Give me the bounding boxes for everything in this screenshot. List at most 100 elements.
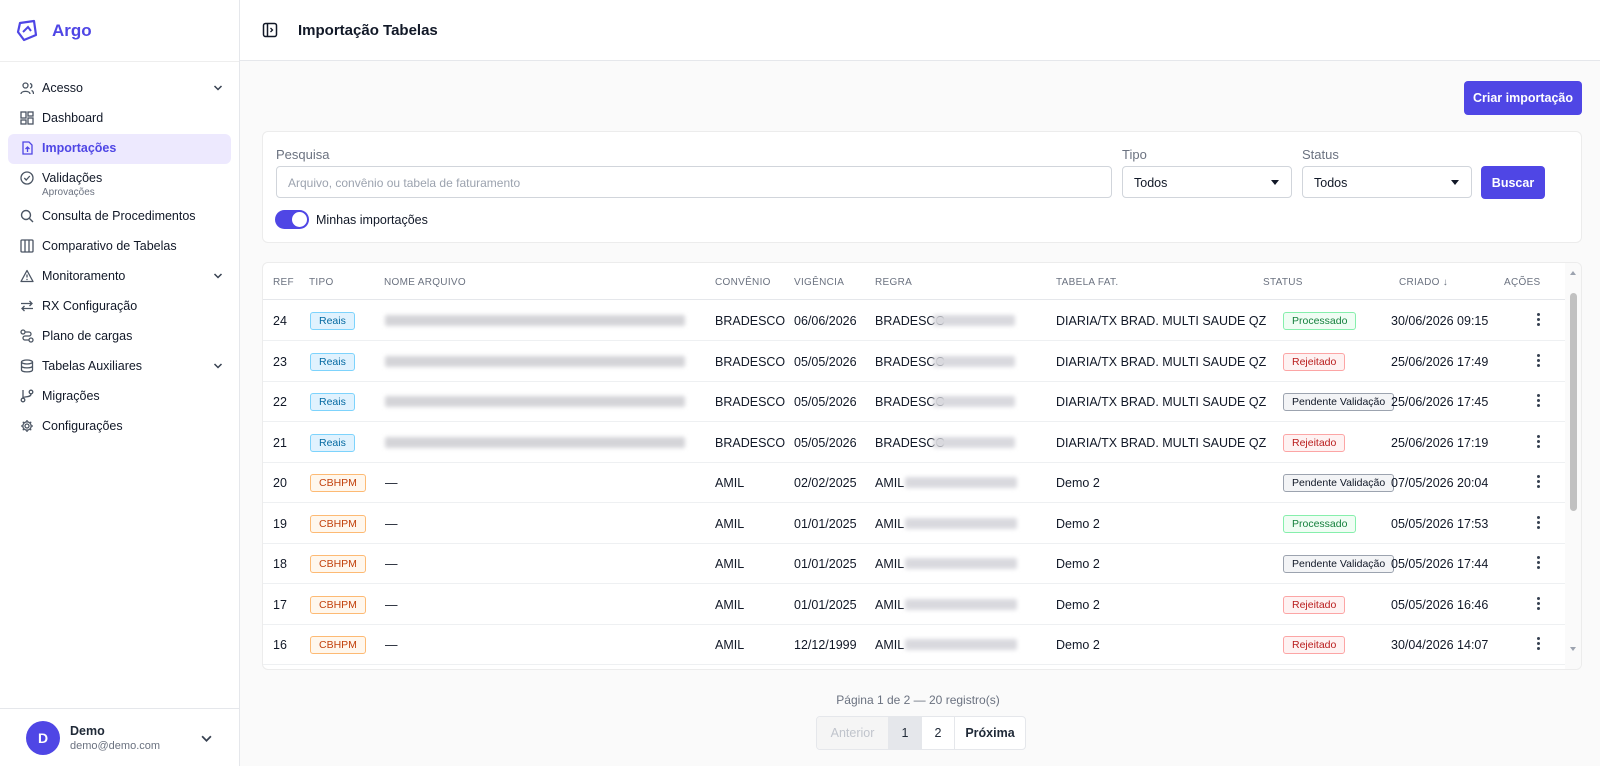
pagination-info: Página 1 de 2 — 20 registro(s): [836, 693, 1000, 707]
table-row[interactable]: 16 CBHPM — AMIL 12/12/1999 AMIL Demo 2 Rejeitad…: [263, 624, 1567, 665]
sidebar-item-migracoes[interactable]: Migrações: [8, 382, 231, 412]
col-convenio-header: CONVÊNIO: [715, 277, 771, 288]
search-icon: [20, 209, 34, 223]
create-import-button[interactable]: Criar importação: [1464, 81, 1582, 115]
cell-vigencia: 05/05/2026: [794, 395, 857, 409]
cell-regra: AMIL: [875, 476, 905, 490]
page-button-1[interactable]: 1: [889, 717, 922, 749]
sidebar-item-label: Tabelas Auxiliares: [42, 359, 143, 373]
status-badge: Rejeitado: [1283, 636, 1346, 654]
col-status-header: STATUS: [1263, 277, 1303, 288]
cell-criado: 25/06/2026 17:19: [1391, 435, 1489, 450]
redacted-regra: [933, 355, 1015, 367]
table-scrollbar[interactable]: [1565, 263, 1581, 669]
search-input[interactable]: Arquivo, convênio ou tabela de faturamen…: [276, 166, 1112, 198]
more-actions-icon[interactable]: [1537, 313, 1541, 327]
sidebar-item-dashboard[interactable]: Dashboard: [8, 104, 231, 134]
sidebar-item-acesso[interactable]: Acesso: [8, 74, 231, 104]
more-actions-icon[interactable]: [1537, 475, 1541, 489]
col-criado-header[interactable]: CRIADO ↓: [1399, 277, 1448, 288]
table-row[interactable]: 17 CBHPM — AMIL 01/01/2025 AMIL Demo 2 Rejeitad…: [263, 584, 1567, 625]
more-actions-icon[interactable]: [1537, 434, 1541, 449]
brand[interactable]: Argo: [0, 0, 239, 62]
cell-criado: 05/05/2026 17:44: [1391, 557, 1489, 571]
chevron-down-icon[interactable]: [213, 361, 223, 371]
table-row[interactable]: 19 CBHPM — AMIL 01/01/2025 AMIL Demo 2 Processa…: [263, 503, 1567, 544]
cell-convenio: BRADESCO: [715, 314, 786, 328]
table-row[interactable]: 23 Reais BRADESCO 05/05/2026 BRADESCO DIARIA/…: [263, 341, 1567, 382]
more-actions-icon[interactable]: [1537, 596, 1541, 611]
chevron-down-icon[interactable]: [201, 733, 212, 744]
scrollbar-thumb[interactable]: [1570, 293, 1577, 511]
table-row[interactable]: 20 CBHPM — AMIL 02/02/2025 AMIL Demo 2 Pendente…: [263, 462, 1567, 503]
next-page-button[interactable]: Próxima: [955, 717, 1025, 749]
redacted-filename: [385, 315, 685, 326]
tipo-select[interactable]: Todos: [1122, 166, 1292, 198]
sidebar-item-comparativo-de-tabelas[interactable]: Comparativo de Tabelas: [8, 232, 231, 262]
cell-regra: AMIL: [875, 638, 905, 652]
search-button[interactable]: Buscar: [1481, 166, 1545, 199]
scroll-down-icon[interactable]: [1570, 647, 1576, 651]
my-imports-toggle[interactable]: [275, 210, 309, 229]
scroll-up-icon[interactable]: [1570, 271, 1576, 275]
cell-ref: 20: [273, 476, 287, 490]
tipo-select-value: Todos: [1134, 176, 1168, 190]
sidebar-item-plano-de-cargas[interactable]: Plano de cargas: [8, 322, 231, 352]
sidebar-item-validacoes[interactable]: Validações Aprovações: [8, 164, 231, 202]
toggle-knob: [292, 212, 307, 227]
redacted-regra: [905, 639, 1017, 650]
cell-vigencia: 05/05/2026: [794, 354, 857, 369]
table-row[interactable]: 22 Reais BRADESCO 05/05/2026 BRADESCO DIARIA/…: [263, 381, 1567, 422]
sidebar-item-tabelas-auxiliares[interactable]: Tabelas Auxiliares: [8, 352, 231, 382]
columns-icon: [20, 239, 34, 253]
more-actions-icon[interactable]: [1537, 556, 1541, 570]
sidebar-item-label: Consulta de Procedimentos: [42, 209, 196, 223]
sidebar-item-label: Comparativo de Tabelas: [42, 239, 177, 253]
cell-ref: 22: [273, 395, 287, 409]
imports-table: REF TIPO NOME ARQUIVO CONVÊNIO VIGÊNCIA REGRA…: [262, 262, 1582, 670]
pagination: Anterior 1 2 Próxima: [816, 716, 1026, 750]
tipo-label: Tipo: [1122, 147, 1147, 162]
more-actions-icon[interactable]: [1537, 353, 1541, 368]
table-row[interactable]: 18 CBHPM — AMIL 01/01/2025 AMIL Demo 2 Pendente…: [263, 543, 1567, 584]
table-row[interactable]: 21 Reais BRADESCO 05/05/2026 BRADESCO DIARIA/…: [263, 422, 1567, 463]
sidebar-item-label: Acesso: [42, 81, 83, 95]
cell-tabela-fat: DIARIA/TX BRAD. MULTI SAUDE QZ: [1056, 314, 1267, 328]
cell-vigencia: 01/01/2025: [794, 557, 857, 571]
table-row[interactable]: 24 Reais BRADESCO 06/06/2026 BRADESCO DIARIA/…: [263, 300, 1567, 341]
sidebar-item-configuracoes[interactable]: Configurações: [8, 412, 231, 442]
page-button-2[interactable]: 2: [922, 717, 955, 749]
more-actions-icon[interactable]: [1537, 515, 1541, 530]
col-regra-header: REGRA: [875, 277, 913, 288]
sidebar-toggle-icon[interactable]: [262, 22, 278, 38]
user-name: Demo: [70, 723, 105, 738]
user-menu[interactable]: D Demo demo@demo.com: [0, 708, 240, 766]
chevron-down-icon[interactable]: [213, 83, 223, 93]
cell-nome-arquivo: —: [385, 597, 398, 612]
sidebar-item-importacoes[interactable]: Importações: [8, 134, 231, 164]
redacted-regra: [933, 436, 1015, 448]
status-badge: Rejeitado: [1283, 595, 1346, 614]
sidebar-item-monitoramento[interactable]: Monitoramento: [8, 262, 231, 292]
cell-convenio: AMIL: [715, 557, 745, 571]
tipo-badge: CBHPM: [310, 636, 366, 654]
filter-panel: Pesquisa Arquivo, convênio ou tabela de …: [262, 131, 1582, 243]
cell-vigencia: 05/05/2026: [794, 435, 857, 450]
sidebar-item-consulta-de-procedimentos[interactable]: Consulta de Procedimentos: [8, 202, 231, 232]
sidebar-item-label: Configurações: [42, 419, 123, 433]
status-select[interactable]: Todos: [1302, 166, 1472, 198]
cell-nome-arquivo: —: [385, 638, 398, 652]
more-actions-icon[interactable]: [1537, 394, 1541, 408]
prev-page-button[interactable]: Anterior: [817, 717, 889, 749]
status-badge: Pendente Validação: [1283, 474, 1395, 492]
chevron-down-icon[interactable]: [213, 271, 223, 281]
cell-criado: 05/05/2026 17:53: [1391, 516, 1489, 531]
cell-ref: 24: [273, 314, 287, 328]
sidebar-item-rx-configuracao[interactable]: RX Configuração: [8, 292, 231, 322]
status-badge: Pendente Validação: [1283, 393, 1395, 411]
dashboard-icon: [20, 111, 34, 125]
more-actions-icon[interactable]: [1537, 637, 1541, 651]
gear-icon: [21, 420, 33, 432]
cell-convenio: AMIL: [715, 638, 745, 652]
redacted-regra: [933, 396, 1015, 407]
